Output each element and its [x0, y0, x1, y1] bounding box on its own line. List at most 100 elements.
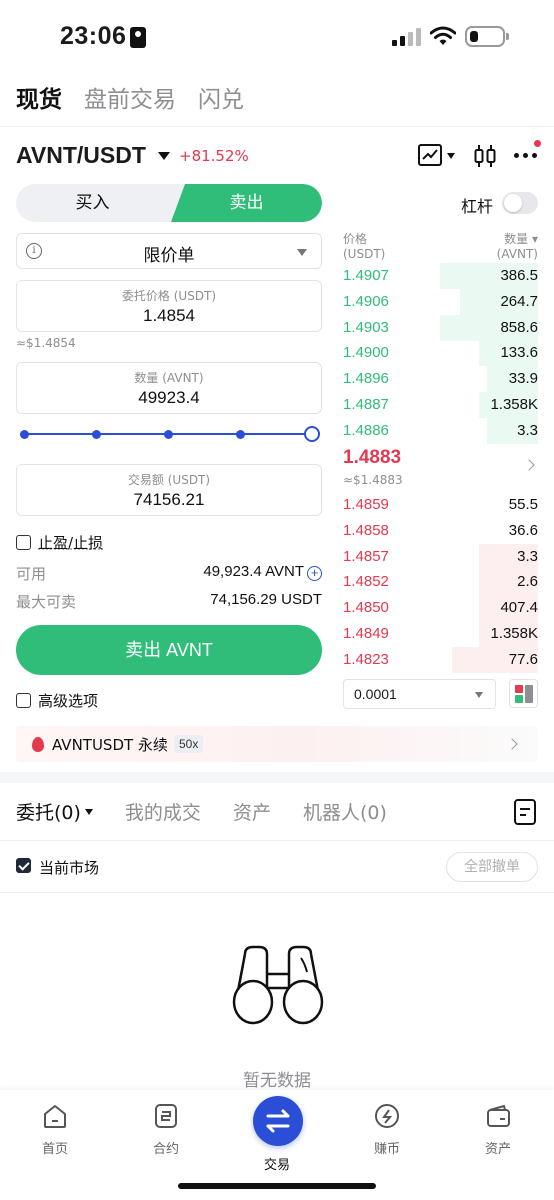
ask-row[interactable]: 1.4849 1.358K	[343, 621, 538, 647]
notification-dot	[534, 140, 541, 147]
total-input[interactable]: 交易额 (USDT) 74156.21	[16, 464, 322, 516]
tab-assets-label: 资产	[484, 1142, 511, 1157]
tab-assets[interactable]: 资产	[233, 798, 271, 825]
ask-qty: 3.3	[517, 547, 538, 565]
tab-convert[interactable]: 闪兑	[198, 80, 244, 114]
ask-price: 1.4823	[343, 650, 389, 668]
caret-down-icon	[475, 692, 483, 698]
tab-home-label: 首页	[41, 1142, 68, 1157]
quantity-input-value[interactable]: 49923.4	[17, 388, 321, 408]
tp-sl-label[interactable]: 止盈/止损	[38, 532, 103, 553]
bid-row[interactable]: 1.4896 33.9	[343, 366, 538, 393]
leverage-toggle[interactable]	[502, 192, 538, 214]
bid-price: 1.4903	[343, 318, 389, 336]
contact-badge-icon	[130, 27, 146, 48]
tab-spot[interactable]: 现货	[16, 80, 62, 114]
order-history-icon[interactable]	[514, 799, 536, 825]
ask-price: 1.4852	[343, 573, 389, 591]
qty-header[interactable]: 数量 ▾	[497, 232, 538, 247]
tab-my-trades[interactable]: 我的成交	[125, 798, 201, 825]
contract-icon	[155, 1104, 177, 1128]
bid-row[interactable]: 1.4903 858.6	[343, 314, 538, 341]
slider-stop-25[interactable]	[92, 430, 101, 439]
advanced-options-label[interactable]: 高级选项	[38, 690, 98, 711]
pair-selector[interactable]: AVNT/USDT	[16, 142, 146, 169]
ask-price: 1.4857	[343, 547, 389, 565]
slider-handle[interactable]	[304, 426, 320, 442]
buy-tab[interactable]: 买入	[16, 184, 169, 222]
order-type-label: 限价单	[143, 246, 195, 266]
caret-down-icon[interactable]	[158, 152, 170, 160]
slider-stop-0[interactable]	[20, 430, 29, 439]
max-sell-value: 74,156.29 USDT	[210, 591, 322, 608]
sell-tab[interactable]: 卖出	[171, 184, 322, 222]
tab-earn[interactable]: 赚币	[347, 1102, 427, 1157]
sell-submit-button[interactable]: 卖出 AVNT	[16, 625, 322, 675]
bid-row[interactable]: 1.4907 386.5	[343, 263, 538, 289]
ask-row[interactable]: 1.4852 2.6	[343, 569, 538, 596]
slider-stop-75[interactable]	[236, 430, 245, 439]
bid-qty: 858.6	[500, 318, 538, 336]
more-icon[interactable]	[514, 153, 538, 159]
tab-open-orders[interactable]: 委托(0)	[16, 798, 93, 825]
binoculars-icon	[232, 945, 324, 1025]
last-price[interactable]: 1.4883	[343, 447, 401, 469]
battery-icon	[465, 26, 509, 47]
price-input-label: 委托价格 (USDT)	[121, 289, 217, 303]
price-input[interactable]: 委托价格 (USDT) 1.4854	[16, 280, 322, 332]
bid-price: 1.4886	[343, 421, 389, 439]
perpetual-banner[interactable]: AVNTUSDT 永续 50x	[16, 726, 538, 762]
tab-assets[interactable]: 资产	[458, 1102, 538, 1157]
last-price-usd: ≈$1.4883	[343, 473, 403, 487]
tab-contract[interactable]: 合约	[126, 1102, 206, 1157]
divider	[0, 892, 554, 893]
tp-sl-checkbox[interactable]	[16, 535, 31, 550]
cancel-all-button[interactable]: 全部撤单	[446, 852, 538, 882]
ask-qty: 55.5	[508, 496, 538, 513]
bid-row[interactable]: 1.4906 264.7	[343, 288, 538, 315]
caret-down-icon	[84, 809, 93, 815]
amount-slider[interactable]	[20, 425, 320, 443]
slider-stop-50[interactable]	[164, 430, 173, 439]
ask-row[interactable]: 1.4857 3.3	[343, 543, 538, 570]
total-input-value[interactable]: 74156.21	[17, 490, 321, 510]
ask-row[interactable]: 1.4850 407.4	[343, 595, 538, 622]
trade-fab[interactable]	[253, 1096, 303, 1146]
tab-bots[interactable]: 机器人(0)	[303, 798, 387, 825]
tab-trade[interactable]: 交易	[237, 1096, 317, 1173]
max-sell-label: 最大可卖	[16, 593, 77, 611]
quantity-input[interactable]: 数量 (AVNT) 49923.4	[16, 362, 322, 414]
perpetual-name: AVNTUSDT 永续	[52, 736, 168, 754]
current-market-checkbox[interactable]	[16, 858, 31, 873]
ask-qty: 36.6	[508, 521, 538, 539]
precision-select[interactable]: 0.0001	[343, 679, 496, 709]
candlestick-icon[interactable]	[474, 143, 496, 169]
wallet-icon	[487, 1104, 510, 1127]
ask-price: 1.4849	[343, 625, 389, 642]
tab-home[interactable]: 首页	[15, 1102, 95, 1157]
current-market-label[interactable]: 当前市场	[39, 857, 99, 878]
earn-icon	[375, 1104, 399, 1128]
price-input-value[interactable]: 1.4854	[17, 306, 321, 326]
bid-price: 1.4900	[343, 344, 389, 362]
bid-row[interactable]: 1.4886 3.3	[343, 417, 538, 444]
transfer-plus-icon[interactable]: +	[307, 566, 322, 581]
home-indicator	[178, 1183, 376, 1189]
bid-row[interactable]: 1.4887 1.358K	[343, 392, 538, 418]
divider	[0, 126, 554, 127]
tab-pre-market[interactable]: 盘前交易	[84, 80, 176, 114]
advanced-options-checkbox[interactable]	[16, 693, 31, 708]
chevron-right-icon[interactable]	[523, 459, 535, 471]
bid-price: 1.4896	[343, 370, 389, 388]
chart-caret-icon[interactable]	[447, 153, 455, 159]
ask-row[interactable]: 1.4858 36.6	[343, 518, 538, 544]
order-type-select[interactable]: i 限价单	[16, 233, 322, 269]
bid-row[interactable]: 1.4900 133.6	[343, 340, 538, 367]
status-bar: 23:06	[0, 0, 554, 70]
chart-icon[interactable]	[418, 144, 442, 166]
home-icon	[44, 1105, 66, 1128]
ask-row[interactable]: 1.4859 55.5	[343, 492, 538, 518]
ask-row[interactable]: 1.4823 77.6	[343, 646, 538, 673]
order-book-layout-icon[interactable]	[509, 679, 538, 708]
available-value: 49,923.4 AVNT	[203, 563, 304, 580]
